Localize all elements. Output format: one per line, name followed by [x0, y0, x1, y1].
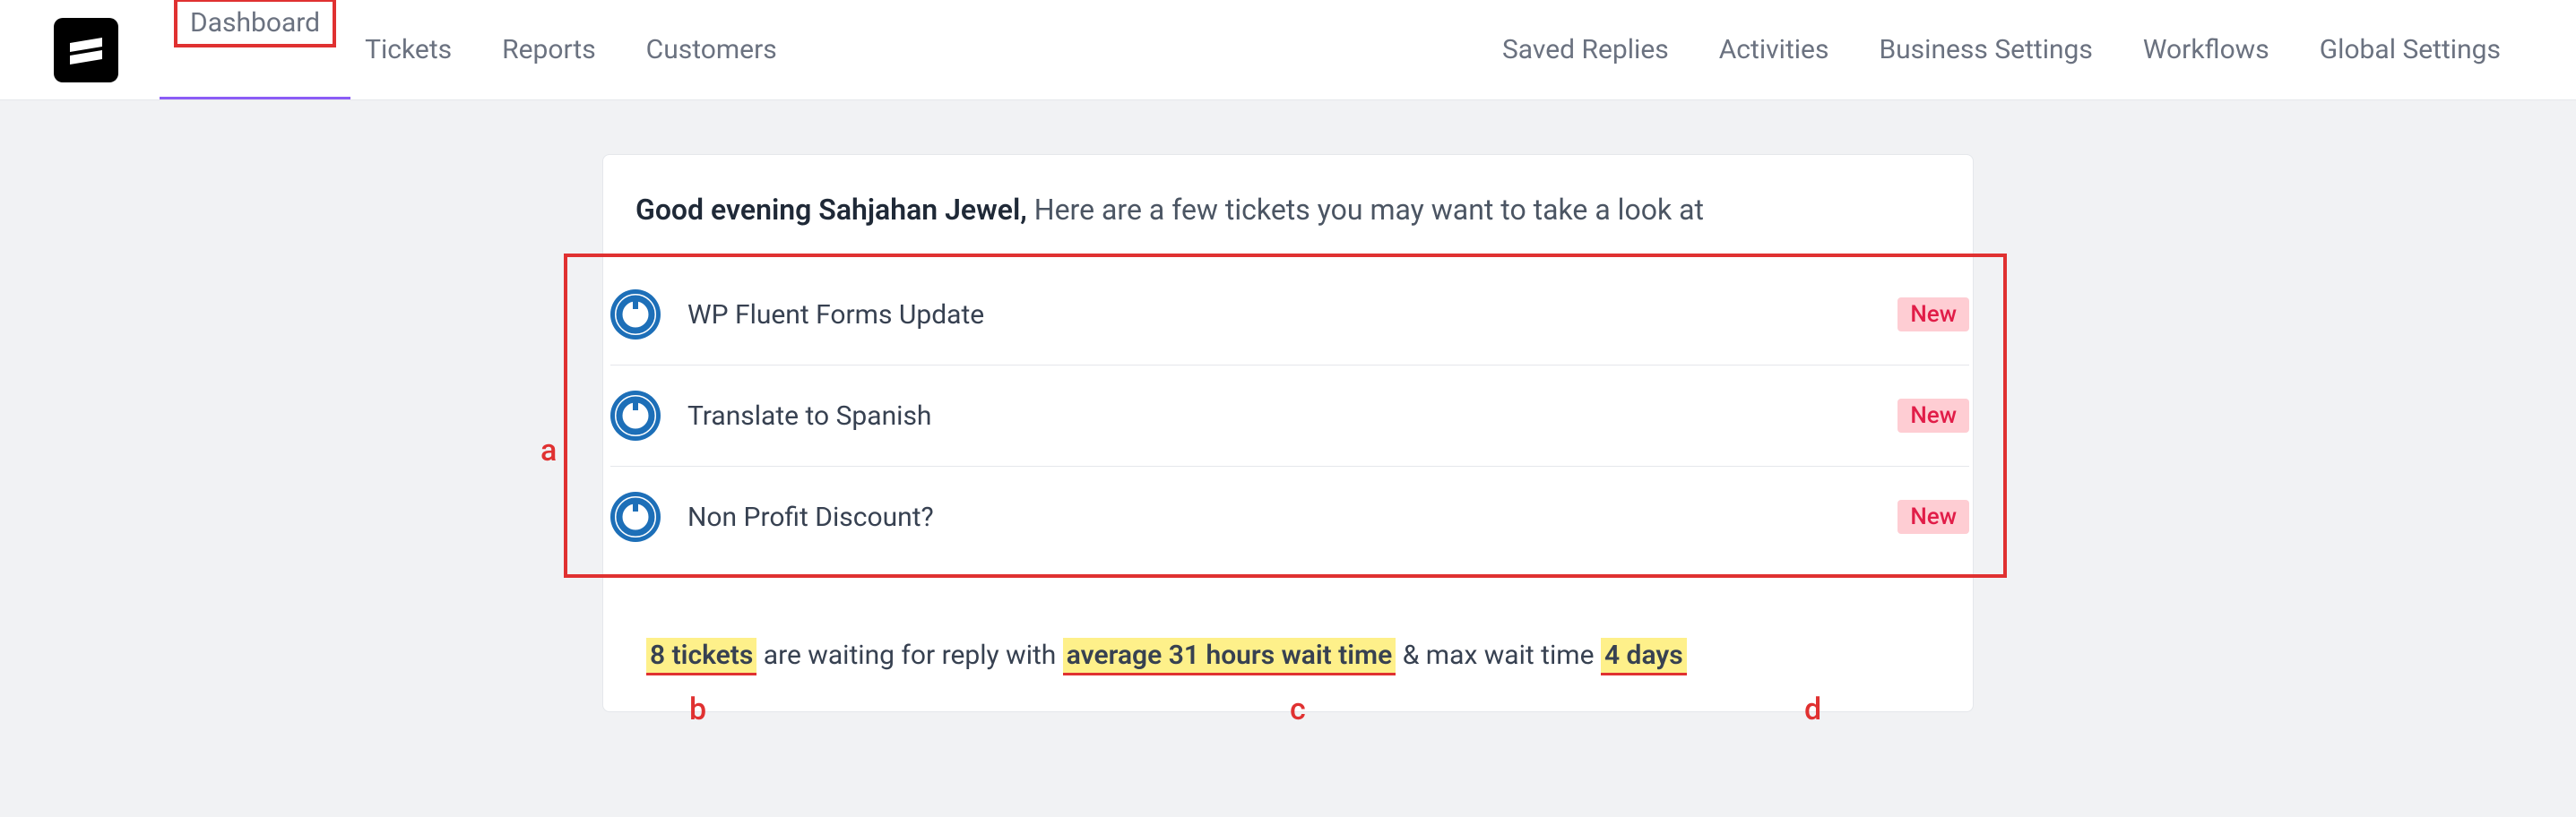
nav-left-group: Dashboard Tickets Reports Customers [174, 2, 799, 98]
ticket-title: Translate to Spanish [687, 400, 1897, 432]
nav-tickets[interactable]: Tickets [343, 2, 473, 98]
ticket-list-container: WP Fluent Forms Update New Translate to … [564, 254, 2007, 578]
status-badge: New [1897, 297, 1969, 331]
dashboard-card: Good evening Sahjahan Jewel, Here are a … [602, 154, 1974, 712]
nav-workflows[interactable]: Workflows [2122, 2, 2291, 98]
nav-business-settings[interactable]: Business Settings [1857, 2, 2114, 98]
avatar-icon [610, 492, 661, 542]
annotation-a: a [540, 433, 557, 469]
ticket-row[interactable]: Non Profit Discount? New [610, 467, 1969, 567]
ticket-title: Non Profit Discount? [687, 502, 1897, 533]
annotation-d: d [1804, 692, 1821, 727]
stats-text: are waiting for reply with [756, 640, 1062, 671]
ticket-row[interactable]: Translate to Spanish New [610, 366, 1969, 467]
stats-avg-wait: average 31 hours wait time [1063, 638, 1396, 675]
nav-saved-replies[interactable]: Saved Replies [1481, 2, 1690, 98]
top-navigation: Dashboard Tickets Reports Customers Save… [0, 0, 2576, 100]
greeting-rest: Here are a few tickets you may want to t… [1027, 193, 1704, 227]
active-tab-underline [160, 97, 350, 99]
avatar-icon [610, 391, 661, 441]
greeting-text: Good evening Sahjahan Jewel, Here are a … [603, 155, 1973, 254]
ticket-row[interactable]: WP Fluent Forms Update New [610, 264, 1969, 366]
stats-max-wait: 4 days [1601, 638, 1687, 675]
logo-icon [65, 29, 108, 72]
annotation-c: c [1290, 692, 1306, 727]
status-badge: New [1897, 399, 1969, 433]
nav-activities[interactable]: Activities [1698, 2, 1851, 98]
nav-global-settings[interactable]: Global Settings [2298, 2, 2522, 98]
app-logo[interactable] [54, 18, 118, 82]
greeting-name: Good evening Sahjahan Jewel, [635, 193, 1027, 227]
avatar-icon [610, 289, 661, 340]
nav-customers[interactable]: Customers [625, 2, 799, 98]
stats-text: & max wait time [1396, 640, 1601, 671]
nav-dashboard[interactable]: Dashboard [174, 0, 336, 47]
nav-right-group: Saved Replies Activities Business Settin… [1481, 2, 2522, 98]
annotation-b: b [689, 692, 706, 727]
ticket-title: WP Fluent Forms Update [687, 299, 1897, 331]
stats-ticket-count: 8 tickets [646, 638, 756, 675]
status-badge: New [1897, 500, 1969, 534]
stats-summary: 8 tickets are waiting for reply with ave… [603, 578, 1973, 675]
nav-reports[interactable]: Reports [480, 2, 618, 98]
